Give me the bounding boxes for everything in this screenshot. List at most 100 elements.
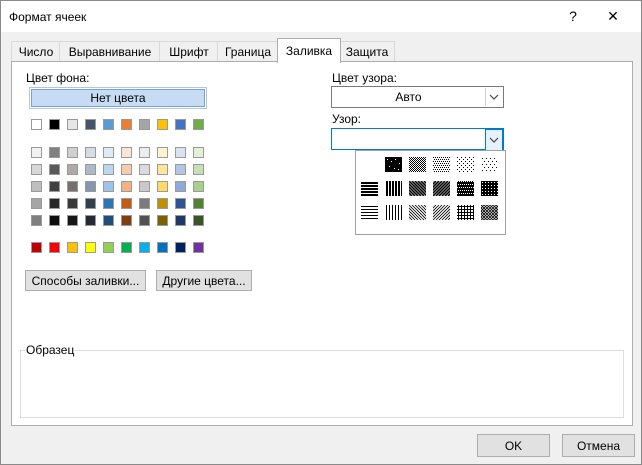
pattern-dense-icon[interactable] [385, 157, 402, 172]
pattern-trellis-icon[interactable] [481, 181, 498, 196]
tint-color-swatch[interactable] [31, 147, 42, 158]
theme-color-swatch[interactable] [175, 119, 186, 130]
tint-color-swatch[interactable] [49, 215, 60, 226]
pattern-dots-light-icon[interactable] [457, 157, 474, 172]
tab-font[interactable]: Шрифт [159, 41, 219, 62]
pattern-dots-faint-icon[interactable] [481, 157, 498, 172]
tint-color-swatch[interactable] [193, 181, 204, 192]
standard-color-swatch[interactable] [193, 242, 204, 253]
tint-color-swatch[interactable] [85, 181, 96, 192]
tint-color-swatch[interactable] [31, 164, 42, 175]
tint-color-swatch[interactable] [157, 164, 168, 175]
pattern-grid-thin-icon[interactable] [457, 205, 474, 220]
tint-color-swatch[interactable] [103, 147, 114, 158]
tint-color-swatch[interactable] [175, 147, 186, 158]
theme-color-swatch[interactable] [67, 119, 78, 130]
pattern-dots-med-icon[interactable] [433, 157, 450, 172]
pattern-diag-up-thin-icon[interactable] [433, 205, 450, 220]
tint-color-swatch[interactable] [139, 198, 150, 209]
tint-color-swatch[interactable] [157, 147, 168, 158]
pattern-h-thin-icon[interactable] [361, 205, 378, 220]
standard-color-swatch[interactable] [103, 242, 114, 253]
tint-color-swatch[interactable] [49, 198, 60, 209]
tint-color-swatch[interactable] [139, 164, 150, 175]
tint-color-swatch[interactable] [67, 164, 78, 175]
tint-color-swatch[interactable] [193, 215, 204, 226]
pattern-v-bold-icon[interactable] [385, 181, 402, 196]
pattern-diag-down-thin-icon[interactable] [409, 205, 426, 220]
tint-color-swatch[interactable] [49, 147, 60, 158]
tint-color-swatch[interactable] [85, 215, 96, 226]
tint-color-swatch[interactable] [67, 198, 78, 209]
tint-color-swatch[interactable] [85, 147, 96, 158]
standard-color-swatch[interactable] [139, 242, 150, 253]
tint-color-swatch[interactable] [49, 164, 60, 175]
theme-color-swatch[interactable] [193, 119, 204, 130]
standard-color-swatch[interactable] [31, 242, 42, 253]
tint-color-swatch[interactable] [193, 164, 204, 175]
tint-color-swatch[interactable] [193, 198, 204, 209]
tint-color-swatch[interactable] [31, 215, 42, 226]
tint-color-swatch[interactable] [121, 147, 132, 158]
tint-color-swatch[interactable] [193, 147, 204, 158]
tint-color-swatch[interactable] [67, 181, 78, 192]
fill-effects-button[interactable]: Способы заливки... [25, 270, 146, 291]
tint-color-swatch[interactable] [139, 147, 150, 158]
pattern-h-bold-icon[interactable] [361, 181, 378, 196]
tint-color-swatch[interactable] [157, 215, 168, 226]
theme-color-swatch[interactable] [49, 119, 60, 130]
tint-color-swatch[interactable] [103, 215, 114, 226]
tint-color-swatch[interactable] [175, 215, 186, 226]
tint-color-swatch[interactable] [157, 181, 168, 192]
more-colors-button[interactable]: Другие цвета... [156, 270, 252, 291]
tab-protection[interactable]: Защита [339, 41, 395, 62]
tint-color-swatch[interactable] [175, 181, 186, 192]
tint-color-swatch[interactable] [175, 164, 186, 175]
pattern-none-icon[interactable] [361, 157, 378, 172]
tint-color-swatch[interactable] [103, 164, 114, 175]
tint-color-swatch[interactable] [139, 181, 150, 192]
tint-color-swatch[interactable] [121, 164, 132, 175]
pattern-diag-down-bold-icon[interactable] [409, 181, 426, 196]
close-button[interactable]: ✕ [599, 5, 627, 27]
tab-alignment[interactable]: Выравнивание [59, 41, 161, 62]
standard-color-swatch[interactable] [175, 242, 186, 253]
tint-color-swatch[interactable] [157, 198, 168, 209]
pattern-grid-bold-icon[interactable] [457, 181, 474, 196]
tint-color-swatch[interactable] [121, 198, 132, 209]
cancel-button[interactable]: Отмена [562, 434, 635, 457]
tint-color-swatch[interactable] [67, 215, 78, 226]
tint-color-swatch[interactable] [85, 198, 96, 209]
theme-color-swatch[interactable] [121, 119, 132, 130]
tint-color-swatch[interactable] [121, 215, 132, 226]
tint-color-swatch[interactable] [175, 198, 186, 209]
tab-border[interactable]: Граница [217, 41, 279, 62]
standard-color-swatch[interactable] [121, 242, 132, 253]
standard-color-swatch[interactable] [157, 242, 168, 253]
tint-color-swatch[interactable] [139, 215, 150, 226]
tab-fill[interactable]: Заливка [277, 38, 341, 63]
pattern-style-select[interactable] [331, 128, 504, 151]
standard-color-swatch[interactable] [49, 242, 60, 253]
theme-color-swatch[interactable] [85, 119, 96, 130]
pattern-v-thin-icon[interactable] [385, 205, 402, 220]
help-button[interactable]: ? [559, 5, 587, 27]
tint-color-swatch[interactable] [121, 181, 132, 192]
theme-color-swatch[interactable] [103, 119, 114, 130]
no-color-button[interactable]: Нет цвета [29, 87, 207, 109]
pattern-checker-med-icon[interactable] [409, 157, 426, 172]
pattern-color-select[interactable]: Авто [331, 86, 504, 108]
ok-button[interactable]: OK [477, 434, 550, 457]
standard-color-swatch[interactable] [85, 242, 96, 253]
standard-color-swatch[interactable] [67, 242, 78, 253]
tint-color-swatch[interactable] [31, 198, 42, 209]
tint-color-swatch[interactable] [103, 198, 114, 209]
tint-color-swatch[interactable] [31, 181, 42, 192]
tint-color-swatch[interactable] [103, 181, 114, 192]
tint-color-swatch[interactable] [67, 147, 78, 158]
pattern-diag-up-bold-icon[interactable] [433, 181, 450, 196]
theme-color-swatch[interactable] [157, 119, 168, 130]
tab-number[interactable]: Число [11, 41, 61, 62]
theme-color-swatch[interactable] [139, 119, 150, 130]
theme-color-swatch[interactable] [31, 119, 42, 130]
